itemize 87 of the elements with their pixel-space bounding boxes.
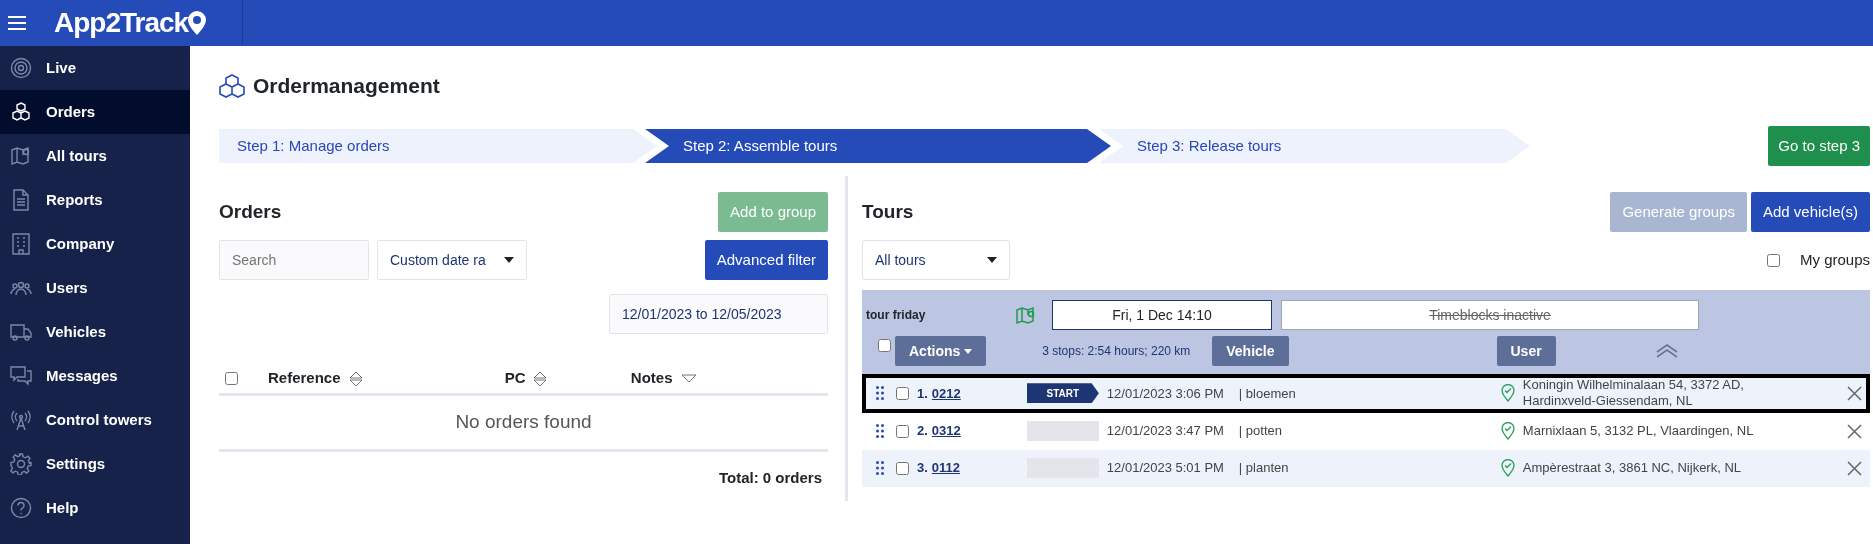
- actions-button[interactable]: Actions: [895, 336, 987, 366]
- stop-time: 12/01/2023 3:47 PM: [1106, 422, 1225, 441]
- stop-note: | bloemen: [1238, 384, 1297, 403]
- go-to-step-button[interactable]: Go to step 3: [1768, 126, 1870, 166]
- stop-note: | planten: [1238, 459, 1290, 478]
- caret-icon: [964, 349, 973, 355]
- tour-stop-row[interactable]: 1. 0212 START 12/01/2023 3:06 PM | bloemen Koningin Wilhelminalaan 54, 3372 AD, Hardinxveld-Giessendam, NL: [862, 374, 1870, 413]
- location-check-icon: [1500, 422, 1515, 440]
- checkbox[interactable]: [225, 372, 238, 385]
- close-icon[interactable]: [1847, 423, 1862, 439]
- sidebar-item[interactable]: Company: [0, 222, 190, 266]
- location-check-icon: [1500, 459, 1515, 477]
- column-header[interactable]: Reference: [268, 367, 505, 390]
- date-filter-dropdown[interactable]: Custom date ra: [377, 240, 527, 280]
- column-header[interactable]: PC: [504, 367, 631, 390]
- timeblocks-field[interactable]: Timeblocks inactive: [1281, 300, 1699, 330]
- tour-name: tour friday: [866, 307, 927, 324]
- tour-summary: 3 stops: 2:54 hours; 220 km: [1042, 343, 1192, 360]
- truck-icon: [10, 321, 32, 343]
- add-vehicles-button[interactable]: Add vehicle(s): [1750, 192, 1870, 232]
- close-icon[interactable]: [1847, 385, 1862, 401]
- settings-icon: [10, 453, 32, 475]
- date-range-field[interactable]: 12/01/2023 to 12/05/2023: [609, 294, 828, 334]
- sidebar-item[interactable]: Help: [0, 486, 190, 530]
- stop-number: 1.: [917, 384, 928, 403]
- chat-icon: [10, 365, 32, 387]
- search-field[interactable]: Search: [219, 240, 369, 280]
- building-icon: [10, 233, 32, 255]
- chevron-up-icon[interactable]: [1655, 344, 1678, 358]
- section-title: Orders: [219, 200, 282, 224]
- sidebar-item[interactable]: Control towers: [0, 398, 190, 442]
- drag-handle-icon[interactable]: [876, 386, 884, 401]
- drag-handle-icon[interactable]: [876, 424, 884, 438]
- user-button[interactable]: User: [1496, 336, 1556, 366]
- sidebar-item[interactable]: Live: [0, 46, 190, 90]
- empty-message: No orders found: [219, 396, 828, 452]
- menu-icon[interactable]: [8, 16, 26, 30]
- step-tab[interactable]: Step 3: Release tours: [1099, 129, 1530, 163]
- antenna-icon: [10, 409, 32, 431]
- tour-stop-row[interactable]: 2. 0312 12/01/2023 3:47 PM | potten Marnixlaan 5, 3132 PL, Vlaardingen, NL: [862, 412, 1870, 450]
- sidebar-item[interactable]: Settings: [0, 442, 190, 486]
- help-icon: [10, 497, 32, 519]
- start-badge: START: [1026, 383, 1099, 404]
- sidebar-item[interactable]: All tours: [0, 134, 190, 178]
- stop-note: | potten: [1238, 422, 1283, 441]
- advanced-filter-button[interactable]: Advanced filter: [704, 240, 828, 280]
- stop-address: Koningin Wilhelminalaan 54, 3372 AD, Hardinxveld-Giessendam, NL: [1522, 376, 1745, 411]
- stop-time: 12/01/2023 3:06 PM: [1106, 384, 1225, 403]
- order-reference-link[interactable]: 0312: [931, 421, 1027, 441]
- location-pin-icon: [188, 11, 207, 35]
- checkbox[interactable]: [896, 461, 909, 475]
- date-field[interactable]: Fri, 1 Dec 14:10: [1052, 300, 1272, 330]
- map-icon: [10, 145, 32, 167]
- step-tab[interactable]: Step 1: Manage orders: [219, 129, 657, 163]
- caret-icon: [987, 257, 997, 263]
- checkbox[interactable]: [896, 424, 909, 438]
- stop-address: Marnixlaan 5, 3132 PL, Vlaardingen, NL: [1522, 421, 1755, 440]
- total-count: Total: 0 orders: [718, 468, 822, 486]
- page-title: Ordermanagement: [253, 73, 440, 99]
- stop-number: 2.: [917, 422, 928, 441]
- checkbox[interactable]: [1766, 253, 1780, 267]
- section-title: Tours: [862, 200, 914, 224]
- target-icon: [10, 57, 32, 79]
- sidebar-item[interactable]: Vehicles: [0, 310, 190, 354]
- vehicle-button[interactable]: Vehicle: [1212, 336, 1289, 366]
- order-reference-link[interactable]: 0112: [931, 458, 1027, 478]
- location-check-icon: [1500, 384, 1515, 403]
- tour-stop-row[interactable]: 3. 0112 12/01/2023 5:01 PM | planten Ampèrestraat 3, 3861 NC, Nijkerk, NL: [862, 449, 1870, 487]
- close-icon[interactable]: [1847, 460, 1862, 476]
- sidebar-item[interactable]: Reports: [0, 178, 190, 222]
- checkbox[interactable]: [878, 338, 891, 352]
- column-header[interactable]: Notes: [630, 367, 828, 390]
- caret-icon: [504, 257, 514, 263]
- sidebar-item[interactable]: Orders: [0, 90, 190, 134]
- stop-number: 3.: [917, 459, 928, 478]
- document-icon: [10, 189, 32, 211]
- sidebar-item[interactable]: Messages: [0, 354, 190, 398]
- step-tab[interactable]: Step 2: Assemble tours: [645, 129, 1111, 163]
- stop-address: Ampèrestraat 3, 3861 NC, Nijkerk, NL: [1522, 458, 1743, 477]
- checkbox[interactable]: [896, 386, 909, 400]
- drag-handle-icon[interactable]: [876, 461, 884, 475]
- stop-time: 12/01/2023 5:01 PM: [1106, 459, 1225, 478]
- order-reference-link[interactable]: 0212: [931, 383, 1027, 403]
- sidebar-item[interactable]: Users: [0, 266, 190, 310]
- tours-dropdown[interactable]: All tours: [862, 240, 1010, 280]
- checkbox-label: My groups: [1799, 249, 1870, 270]
- app-logo: App2Track: [54, 6, 189, 40]
